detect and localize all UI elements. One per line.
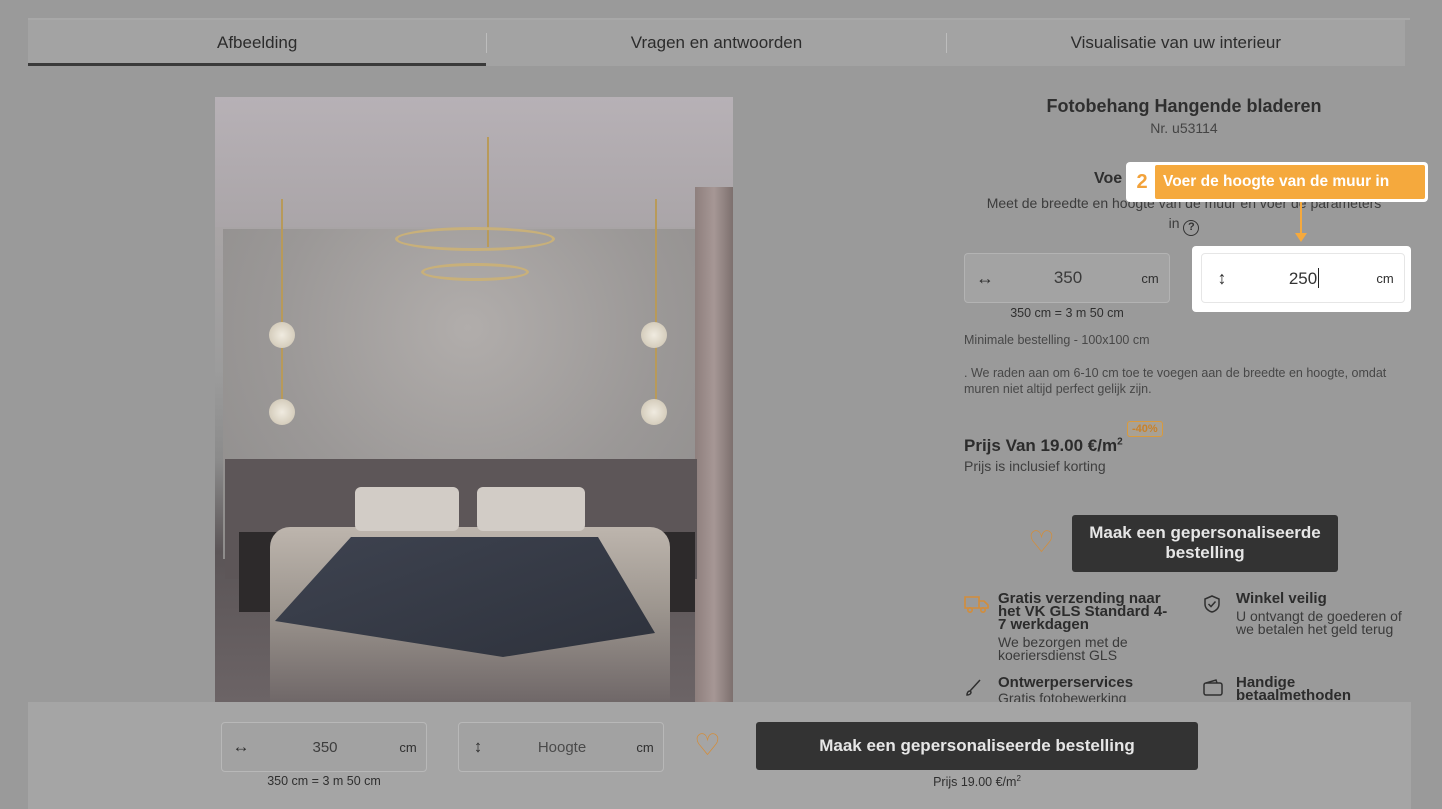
product-image[interactable] bbox=[215, 97, 733, 703]
tooltip-text: Voer de hoogte van de muur in bbox=[1155, 165, 1425, 199]
price: Prijs Van 19.00 €/m2 bbox=[964, 436, 1123, 456]
horizontal-arrows-icon: ↔ bbox=[232, 737, 250, 756]
price-text: Prijs Van 19.00 €/m bbox=[964, 436, 1118, 455]
wallet-icon bbox=[1202, 678, 1228, 702]
bottom-order-button[interactable]: Maak een gepersonaliseerde bestelling bbox=[756, 722, 1198, 770]
feature-designer: Ontwerperservices Gratis fotobewerking bbox=[964, 676, 1174, 702]
tab-afbeelding[interactable]: Afbeelding bbox=[28, 20, 487, 66]
feature-desc: Gratis fotobewerking bbox=[998, 690, 1127, 702]
heart-icon[interactable]: ♡ bbox=[1028, 528, 1055, 558]
photo-lamp bbox=[269, 399, 295, 425]
brush-icon bbox=[964, 678, 990, 702]
feature-desc: U ontvangt de goederen of we betalen het… bbox=[1236, 608, 1402, 637]
minimum-order-note: Minimale bestelling - 100x100 cm bbox=[964, 333, 1150, 347]
tab-vragen-en-antwoorden[interactable]: Vragen en antwoorden bbox=[487, 20, 945, 66]
photo-chandelier-ring bbox=[421, 263, 529, 281]
onboarding-tooltip: 2 Voer de hoogte van de muur in bbox=[1126, 162, 1428, 202]
tooltip-step-number: 2 bbox=[1136, 170, 1148, 193]
price-unit-sup: 2 bbox=[1117, 436, 1123, 448]
bottom-price-text: Prijs 19.00 €/m bbox=[933, 775, 1017, 790]
height-value: 250 bbox=[1288, 268, 1318, 288]
bottom-width-conversion: 350 cm = 3 m 50 cm bbox=[267, 774, 381, 788]
product-number: Nr. u53114 bbox=[1150, 120, 1218, 136]
feature-shipping: Gratis verzending naar het VK GLS Standa… bbox=[964, 590, 1174, 666]
truck-icon bbox=[964, 594, 990, 619]
photo-pendant-rod bbox=[281, 199, 283, 419]
bottom-width-value[interactable]: 350 bbox=[260, 739, 390, 756]
discount-badge: -40% bbox=[1127, 421, 1163, 437]
photo-curtain bbox=[695, 187, 733, 703]
help-icon[interactable]: ? bbox=[1183, 220, 1200, 236]
width-unit: cm bbox=[1141, 270, 1159, 286]
dimensions-heading: Voe bbox=[1094, 170, 1123, 187]
measurement-advice: . We raden aan om 6-10 cm toe te voegen … bbox=[964, 366, 1387, 396]
feature-secure: Winkel veilig U ontvangt de goederen of … bbox=[1202, 590, 1412, 652]
feature-title: Gratis verzending naar het VK GLS Standa… bbox=[998, 590, 1168, 633]
vertical-arrows-icon: ↕ bbox=[1217, 267, 1227, 288]
feature-title: Handige betaalmethoden bbox=[1236, 676, 1352, 702]
bottom-height-placeholder[interactable]: Hoogte bbox=[497, 739, 627, 756]
height-unit: cm bbox=[1376, 270, 1394, 286]
photo-lamp bbox=[269, 322, 295, 348]
order-button[interactable]: Maak een gepersonaliseerde bestelling bbox=[1072, 515, 1338, 572]
bottom-heart-icon[interactable]: ♡ bbox=[694, 731, 721, 761]
tooltip-arrow-line bbox=[1300, 202, 1302, 236]
photo-lamp bbox=[641, 399, 667, 425]
feature-payment: Handige betaalmethoden bbox=[1202, 676, 1412, 702]
width-input[interactable]: ↔ 350 cm bbox=[964, 253, 1170, 303]
photo-pillow bbox=[355, 487, 459, 531]
shield-check-icon bbox=[1202, 594, 1228, 619]
photo-lamp bbox=[641, 322, 667, 348]
feature-title: Ontwerperservices bbox=[998, 676, 1134, 691]
product-title: Fotobehang Hangende bladeren bbox=[1046, 96, 1322, 116]
height-input[interactable]: ↕ 250 cm bbox=[1201, 253, 1405, 303]
bottom-height-input[interactable]: ↕ Hoogte cm bbox=[458, 722, 664, 772]
price-note: Prijs is inclusief korting bbox=[964, 458, 1106, 474]
photo-pillow bbox=[477, 487, 585, 531]
text-caret bbox=[1318, 267, 1320, 288]
width-value[interactable]: 350 bbox=[1005, 268, 1131, 288]
feature-title: Winkel veilig bbox=[1236, 590, 1327, 607]
bottom-width-unit: cm bbox=[399, 739, 417, 755]
tab-visualisatie-interieur[interactable]: Visualisatie van uw interieur bbox=[947, 20, 1405, 66]
feature-desc: We bezorgen met de koeriersdienst GLS bbox=[998, 634, 1128, 663]
bottom-width-input[interactable]: ↔ 350 cm bbox=[221, 722, 427, 772]
tab-bar: Afbeelding Vragen en antwoorden Visualis… bbox=[28, 20, 1405, 66]
height-value-wrap[interactable]: 250 bbox=[1242, 267, 1366, 289]
bottom-price-sup: 2 bbox=[1016, 774, 1021, 783]
bottom-price: Prijs 19.00 €/m2 bbox=[756, 774, 1198, 789]
vertical-arrows-icon: ↕ bbox=[473, 737, 483, 756]
tooltip-arrow-down-icon bbox=[1295, 233, 1307, 242]
photo-pendant-rod bbox=[655, 199, 657, 419]
horizontal-arrows-icon: ↔ bbox=[976, 267, 994, 288]
bottom-height-unit: cm bbox=[636, 739, 654, 755]
photo-chandelier-ring bbox=[395, 227, 555, 251]
width-conversion: 350 cm = 3 m 50 cm bbox=[1010, 306, 1124, 320]
